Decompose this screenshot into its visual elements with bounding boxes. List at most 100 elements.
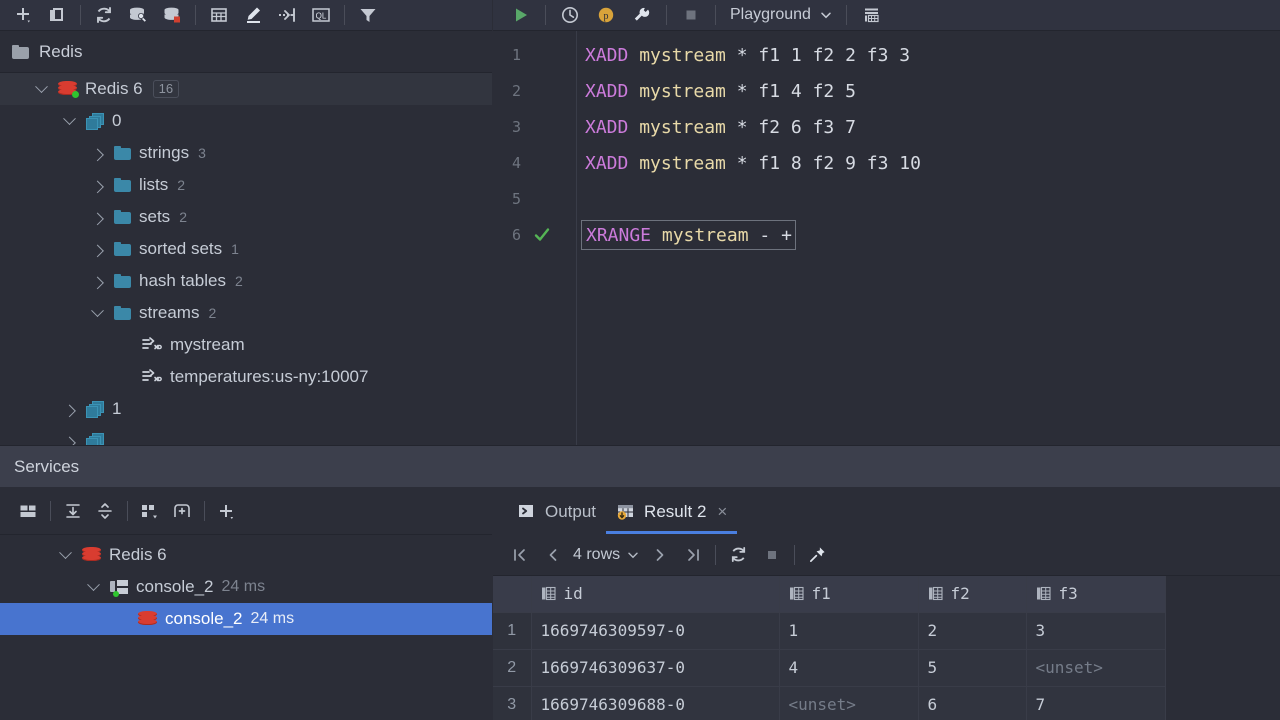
collapse-all-button[interactable] [89, 496, 121, 526]
tree-item-db1[interactable]: 1 [0, 393, 492, 425]
folder-blue-icon [114, 274, 131, 288]
expand-all-button[interactable] [57, 496, 89, 526]
table-cell[interactable]: 7 [1026, 686, 1166, 720]
close-icon[interactable]: × [717, 502, 727, 522]
toggle-output-button[interactable] [853, 1, 889, 29]
table-cell[interactable]: 1 [779, 612, 919, 650]
table-row[interactable]: 2 1669746309637-0 4 5 <unset> [493, 649, 1166, 687]
stop-button[interactable] [673, 1, 709, 29]
table-cell[interactable]: <unset> [1026, 649, 1166, 687]
column-icon [789, 586, 804, 601]
table-cell[interactable]: 3 [1026, 612, 1166, 650]
cancel-query-button[interactable] [755, 540, 788, 570]
gutter-line-4: 4 [493, 145, 577, 181]
history-button[interactable] [552, 1, 588, 29]
gutter-line-6: 6 [493, 217, 577, 253]
refresh-button[interactable] [87, 1, 121, 29]
tree-item-sets[interactable]: sets 2 [0, 201, 492, 233]
table-cell[interactable]: 6 [918, 686, 1027, 720]
run-button[interactable] [503, 1, 539, 29]
table-row[interactable]: 3 1669746309688-0 <unset> 6 7 [493, 686, 1166, 720]
code-line-5[interactable] [577, 181, 585, 217]
column-icon [1036, 586, 1051, 601]
tree-item-lists[interactable]: lists 2 [0, 169, 492, 201]
show-services-view-button[interactable] [12, 496, 44, 526]
chevron-down-icon[interactable] [82, 577, 104, 592]
code-line-3[interactable]: XADD mystream * f2 6 f3 7 [577, 109, 856, 145]
table-cell[interactable]: 1669746309597-0 [531, 612, 780, 650]
tree-item-streams[interactable]: streams 2 [0, 297, 492, 329]
tree-item-strings[interactable]: strings 3 [0, 137, 492, 169]
tree-item-db0[interactable]: 0 [0, 105, 492, 137]
add-service-button[interactable] [211, 496, 243, 526]
group-by-button[interactable] [134, 496, 166, 526]
check-icon[interactable] [533, 226, 551, 244]
database-sync-button[interactable] [155, 1, 189, 29]
pin-tab-button[interactable] [801, 540, 834, 570]
column-header-f2[interactable]: f2 [918, 576, 1027, 613]
code-line-2[interactable]: XADD mystream * f1 4 f2 5 [577, 73, 856, 109]
reload-page-button[interactable] [722, 540, 755, 570]
table-cell[interactable]: 4 [779, 649, 919, 687]
services-tree[interactable]: Redis 6 console_2 24 ms console_2 24 ms [0, 535, 492, 635]
settings-button[interactable] [624, 1, 660, 29]
code-line-6[interactable]: XRANGE mystream - + [581, 220, 796, 250]
chevron-right-icon[interactable] [86, 212, 108, 225]
table-cell[interactable]: 5 [918, 649, 1027, 687]
schema-selector[interactable]: Playground [722, 6, 840, 24]
tab-result-2[interactable]: Result 2 × [606, 489, 738, 534]
datasource-properties-button[interactable] [121, 1, 155, 29]
first-page-button[interactable] [503, 540, 536, 570]
chevron-right-icon[interactable] [86, 276, 108, 289]
last-page-button[interactable] [676, 540, 709, 570]
code-line-1[interactable]: XADD mystream * f1 1 f2 2 f3 3 [577, 37, 910, 73]
result-table[interactable]: id f1 f2 f3 1 1669746309597-0 1 2 3 2 166974630963… [493, 576, 1166, 720]
table-cell[interactable]: 1669746309637-0 [531, 649, 780, 687]
query-editor[interactable]: 123456 XADD mystream * f1 1 f2 2 f3 3 XAD… [493, 31, 1280, 445]
chevron-down-icon[interactable] [86, 303, 108, 318]
table-cell[interactable]: 2 [918, 612, 1027, 650]
column-header-f3[interactable]: f3 [1026, 576, 1166, 613]
tree-item-hash-tables[interactable]: hash tables 2 [0, 265, 492, 297]
chevron-right-icon[interactable] [86, 244, 108, 257]
tree-item-sorted-sets[interactable]: sorted sets 1 [0, 233, 492, 265]
copy-button[interactable] [40, 1, 74, 29]
chevron-right-icon[interactable] [86, 180, 108, 193]
code-line-4[interactable]: XADD mystream * f1 8 f2 9 f3 10 [577, 145, 921, 181]
database-tree[interactable]: Redis 6 16 0 strings 3 lists 2 sets 2 sorted sets… [0, 73, 492, 445]
query-language-button[interactable]: QL [304, 1, 338, 29]
chevron-down-icon[interactable] [58, 111, 80, 126]
modify-object-button[interactable] [236, 1, 270, 29]
table-cell[interactable]: 1669746309688-0 [531, 686, 780, 720]
column-header-id[interactable]: id [531, 576, 780, 613]
tree-item-redis6[interactable]: Redis 6 16 [0, 73, 492, 105]
toolbar-divider [204, 500, 205, 521]
jump-to-source-button[interactable] [270, 1, 304, 29]
chevron-down-icon[interactable] [30, 79, 52, 94]
column-header-f1[interactable]: f1 [779, 576, 919, 613]
editor-code-area[interactable]: XADD mystream * f1 1 f2 2 f3 3 XADD mystr… [577, 31, 1280, 445]
next-page-button[interactable] [643, 540, 676, 570]
filter-button[interactable] [351, 1, 385, 29]
results-grid[interactable]: id f1 f2 f3 1 1669746309597-0 1 2 3 2 166974630963… [493, 576, 1280, 720]
chevron-right-icon[interactable] [58, 404, 80, 417]
chevron-right-icon[interactable] [86, 148, 108, 161]
tree-item-mystream[interactable]: mystream [0, 329, 492, 361]
chevron-down-icon[interactable] [54, 545, 76, 560]
tree-item-label: temperatures:us-ny:10007 [170, 367, 369, 386]
service-item-svc-redis6[interactable]: Redis 6 [0, 539, 492, 571]
new-tab-button[interactable] [166, 496, 198, 526]
tree-item-partial[interactable] [0, 425, 492, 445]
row-count-selector[interactable]: 4 rows [573, 546, 639, 564]
tab-output[interactable]: Output [508, 489, 606, 534]
service-item-svc-console2-session[interactable]: console_2 24 ms [0, 571, 492, 603]
prev-page-button[interactable] [536, 540, 569, 570]
add-new-button[interactable] [6, 1, 40, 29]
service-item-svc-console2-query[interactable]: console_2 24 ms [0, 603, 492, 635]
table-row[interactable]: 1 1669746309597-0 1 2 3 [493, 612, 1166, 650]
profile-button[interactable]: p [588, 1, 624, 29]
table-cell[interactable]: <unset> [779, 686, 919, 720]
chevron-right-icon[interactable] [58, 436, 80, 445]
open-table-editor-button[interactable] [202, 1, 236, 29]
tree-item-temperatures[interactable]: temperatures:us-ny:10007 [0, 361, 492, 393]
